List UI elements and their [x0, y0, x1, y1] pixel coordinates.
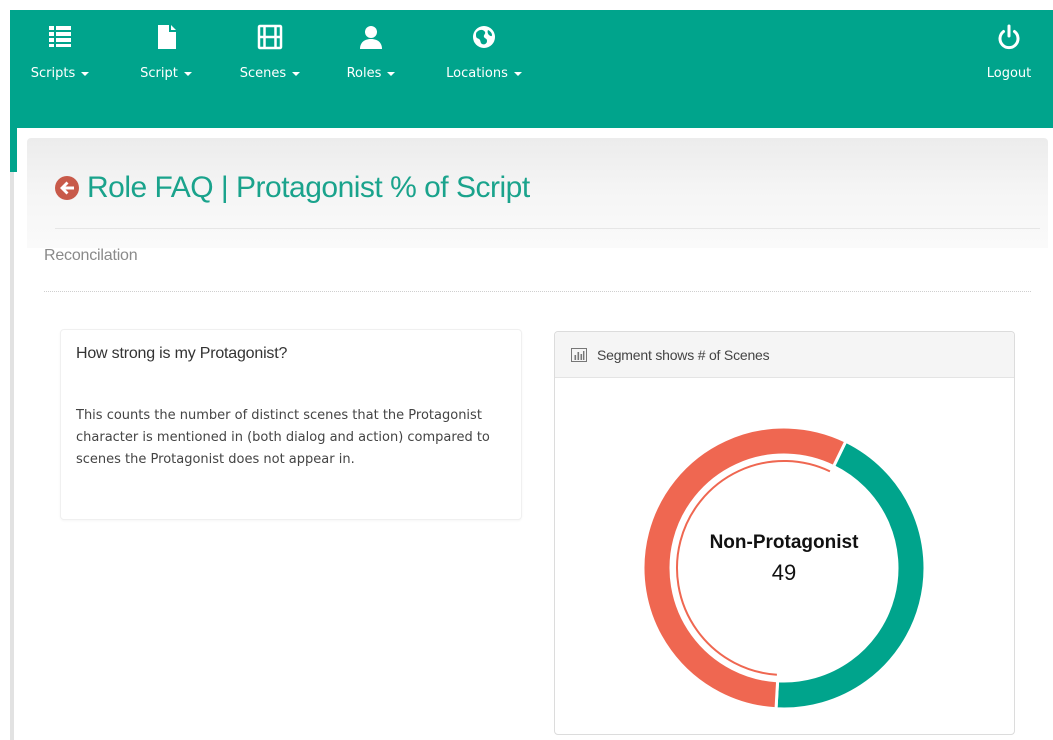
user-icon	[334, 24, 408, 56]
sidebar-rail	[10, 172, 14, 740]
nav-script[interactable]: Script	[126, 24, 206, 81]
page-title-text: Role FAQ | Protagonist % of Script	[87, 171, 530, 204]
page-subtitle: Reconcilation	[44, 247, 138, 264]
chart-center-label: Non-Protagonist	[710, 532, 859, 553]
faq-title: How strong is my Protagonist?	[76, 345, 288, 362]
nav-scripts-label: Scripts	[30, 66, 76, 81]
nav-locations[interactable]: Locations	[434, 24, 534, 81]
file-icon	[126, 24, 206, 56]
divider	[55, 228, 1040, 229]
nav-roles-label: Roles	[346, 66, 382, 81]
top-navbar: Scripts Script Scenes Roles Locations Lo…	[10, 10, 1053, 128]
nav-roles[interactable]: Roles	[334, 24, 408, 81]
logout-button[interactable]: Logout	[978, 24, 1040, 81]
back-arrow-icon[interactable]	[55, 176, 79, 200]
page-title: Role FAQ | Protagonist % of Script	[55, 171, 530, 205]
nav-scenes-label: Scenes	[239, 66, 287, 81]
nav-scripts[interactable]: Scripts	[14, 24, 106, 81]
chevron-down-icon	[513, 71, 522, 76]
chart-panel-title: Segment shows # of Scenes	[597, 346, 770, 363]
chart-panel: Segment shows # of Scenes Non-Protagonis…	[554, 331, 1015, 735]
chevron-down-icon	[387, 71, 396, 76]
nav-script-label: Script	[140, 66, 178, 81]
page-header: Role FAQ | Protagonist % of Script	[27, 138, 1048, 248]
chevron-down-icon	[81, 71, 90, 76]
chevron-down-icon	[183, 71, 192, 76]
bar-chart-icon	[571, 347, 587, 362]
globe-icon	[434, 24, 534, 56]
nav-locations-label: Locations	[446, 66, 508, 81]
nav-scenes[interactable]: Scenes	[226, 24, 314, 81]
chart-panel-header: Segment shows # of Scenes	[555, 332, 1014, 378]
main-content: Role FAQ | Protagonist % of Script Recon…	[17, 128, 1053, 740]
chevron-down-icon	[292, 71, 301, 76]
donut-slice-protagonist[interactable]	[774, 439, 927, 711]
faq-body: This counts the number of distinct scene…	[76, 408, 490, 467]
logout-label: Logout	[986, 66, 1032, 81]
list-icon	[14, 24, 106, 56]
divider	[44, 291, 1031, 292]
donut-chart: Non-Protagonist 49	[641, 425, 927, 711]
faq-card: How strong is my Protagonist? This count…	[60, 329, 522, 520]
chart-center-value: 49	[772, 560, 796, 585]
power-icon	[978, 24, 1040, 56]
film-icon	[226, 24, 314, 56]
sidebar-edge	[10, 128, 17, 172]
